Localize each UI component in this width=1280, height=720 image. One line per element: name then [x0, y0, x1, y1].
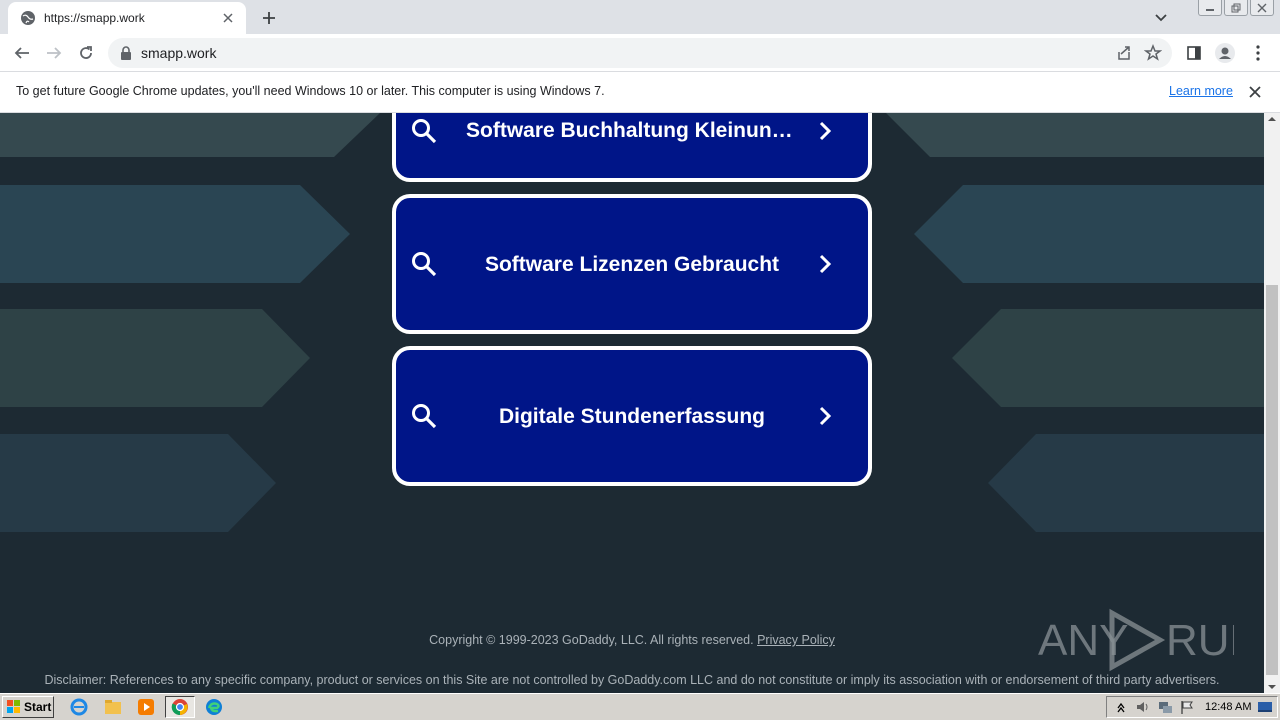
taskbar-edge-icon[interactable]	[199, 696, 229, 718]
search-icon	[412, 252, 437, 277]
chevron-right-icon	[819, 121, 832, 141]
infobar-message: To get future Google Chrome updates, you…	[16, 84, 605, 98]
scrollbar-thumb[interactable]	[1266, 285, 1278, 675]
bookmark-star-icon[interactable]	[1144, 44, 1162, 62]
tab-title: https://smapp.work	[44, 11, 145, 25]
scroll-up-arrow-icon[interactable]	[1268, 115, 1276, 123]
new-tab-icon[interactable]	[258, 7, 280, 29]
taskbar-chrome-icon[interactable]	[165, 696, 195, 718]
windows-flag-icon	[7, 700, 20, 713]
minimize-icon[interactable]	[1198, 0, 1222, 16]
system-clock[interactable]: 12:48 AM	[1205, 701, 1251, 713]
anyrun-watermark-logo: ANY RUN	[1038, 608, 1234, 672]
search-card-label: Software Lizenzen Gebraucht	[484, 253, 780, 276]
taskbar-ie-icon[interactable]	[64, 696, 94, 718]
watermark-text: RUN	[1166, 616, 1234, 665]
show-desktop-icon[interactable]	[1257, 699, 1273, 715]
search-card-1[interactable]: Software Buchhaltung Kleinunter...	[392, 113, 872, 182]
system-tray: 12:48 AM	[1106, 696, 1278, 718]
search-card-3[interactable]: Digitale Stundenerfassung	[392, 346, 872, 486]
back-arrow-icon[interactable]	[12, 43, 32, 63]
update-infobar: To get future Google Chrome updates, you…	[0, 72, 1280, 113]
search-card-2[interactable]: Software Lizenzen Gebraucht	[392, 194, 872, 334]
tab-search-chevron-icon[interactable]	[1152, 8, 1170, 26]
reload-icon[interactable]	[76, 43, 96, 63]
address-bar[interactable]: smapp.work	[108, 38, 1172, 68]
start-label: Start	[24, 700, 52, 714]
page-viewport: Software Buchhaltung Kleinunter... Softw…	[0, 113, 1264, 693]
taskbar-explorer-icon[interactable]	[98, 696, 128, 718]
globe-icon	[21, 11, 35, 25]
forward-arrow-icon[interactable]	[44, 43, 64, 63]
chevron-right-icon	[819, 406, 832, 426]
windows-taskbar: Start 12:48 AM	[0, 693, 1280, 720]
action-center-flag-icon[interactable]	[1179, 699, 1195, 715]
tab-strip: https://smapp.work	[0, 0, 1280, 34]
vertical-scrollbar[interactable]	[1264, 113, 1280, 693]
watermark-text: ANY	[1038, 616, 1128, 665]
search-icon	[412, 119, 437, 144]
disclaimer-text: Disclaimer: References to any specific c…	[44, 673, 1220, 687]
tray-expand-icon[interactable]	[1113, 699, 1129, 715]
side-panel-icon[interactable]	[1184, 43, 1204, 63]
profile-avatar-icon[interactable]	[1215, 43, 1235, 63]
menu-kebab-icon[interactable]	[1248, 43, 1268, 63]
tab-close-icon[interactable]	[220, 10, 236, 26]
search-card-label: Digitale Stundenerfassung	[498, 405, 766, 428]
close-window-icon[interactable]	[1250, 0, 1274, 16]
search-card-label: Software Buchhaltung Kleinunter...	[466, 119, 798, 142]
browser-toolbar: smapp.work	[0, 34, 1280, 72]
lock-icon[interactable]	[120, 46, 132, 60]
search-icon	[412, 404, 437, 429]
restore-icon[interactable]	[1224, 0, 1248, 16]
scroll-down-arrow-icon[interactable]	[1268, 683, 1276, 691]
learn-more-link[interactable]: Learn more	[1169, 84, 1233, 98]
taskbar-media-player-icon[interactable]	[131, 696, 161, 718]
network-icon[interactable]	[1157, 699, 1173, 715]
copyright-text: Copyright © 1999-2023 GoDaddy, LLC. All …	[429, 633, 754, 647]
url-text[interactable]: smapp.work	[141, 45, 216, 61]
volume-icon[interactable]	[1135, 699, 1151, 715]
privacy-policy-link[interactable]: Privacy Policy	[757, 633, 835, 647]
start-button[interactable]: Start	[2, 696, 54, 718]
browser-tab[interactable]: https://smapp.work	[8, 2, 246, 34]
share-icon[interactable]	[1116, 45, 1132, 61]
window-controls	[1198, 0, 1274, 18]
chevron-right-icon	[819, 254, 832, 274]
infobar-close-icon[interactable]	[1248, 85, 1262, 99]
